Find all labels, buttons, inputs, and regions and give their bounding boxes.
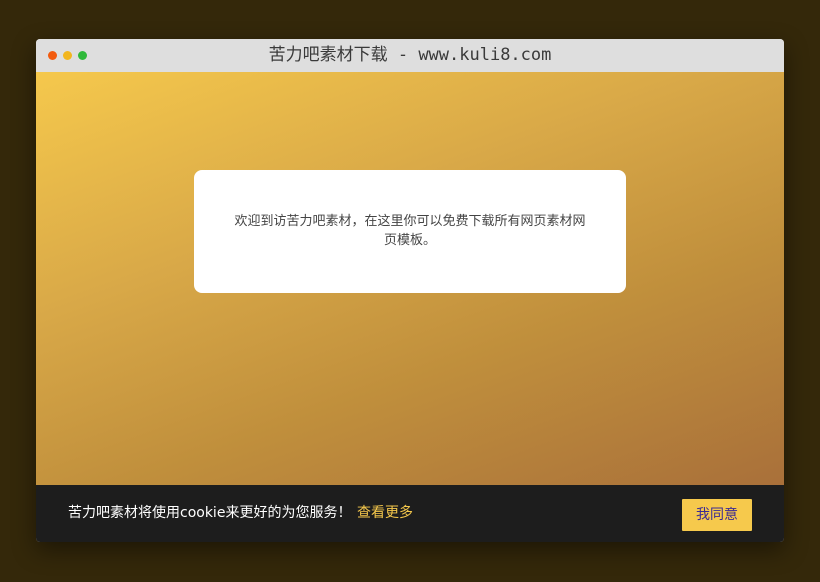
window-title: 苦力吧素材下载 - www.kuli8.com <box>268 45 552 65</box>
cookie-consent-bar: 苦力吧素材将使用cookie来更好的为您服务！ 查看更多 我同意 <box>36 485 784 542</box>
welcome-notice-text: 欢迎到访苦力吧素材，在这里你可以免费下载所有网页素材网页模板。 <box>234 214 586 248</box>
agree-button[interactable]: 我同意 <box>682 499 752 531</box>
cookie-message: 苦力吧素材将使用cookie来更好的为您服务！ <box>68 505 352 521</box>
browser-window: 苦力吧素材下载 - www.kuli8.com 欢迎到访苦力吧素材，在这里你可以… <box>36 39 784 542</box>
learn-more-link[interactable]: 查看更多 <box>357 485 413 542</box>
window-titlebar: 苦力吧素材下载 - www.kuli8.com <box>36 39 784 72</box>
welcome-notice-card: 欢迎到访苦力吧素材，在这里你可以免费下载所有网页素材网页模板。 <box>194 170 626 293</box>
page-content: 欢迎到访苦力吧素材，在这里你可以免费下载所有网页素材网页模板。 <box>36 72 784 485</box>
